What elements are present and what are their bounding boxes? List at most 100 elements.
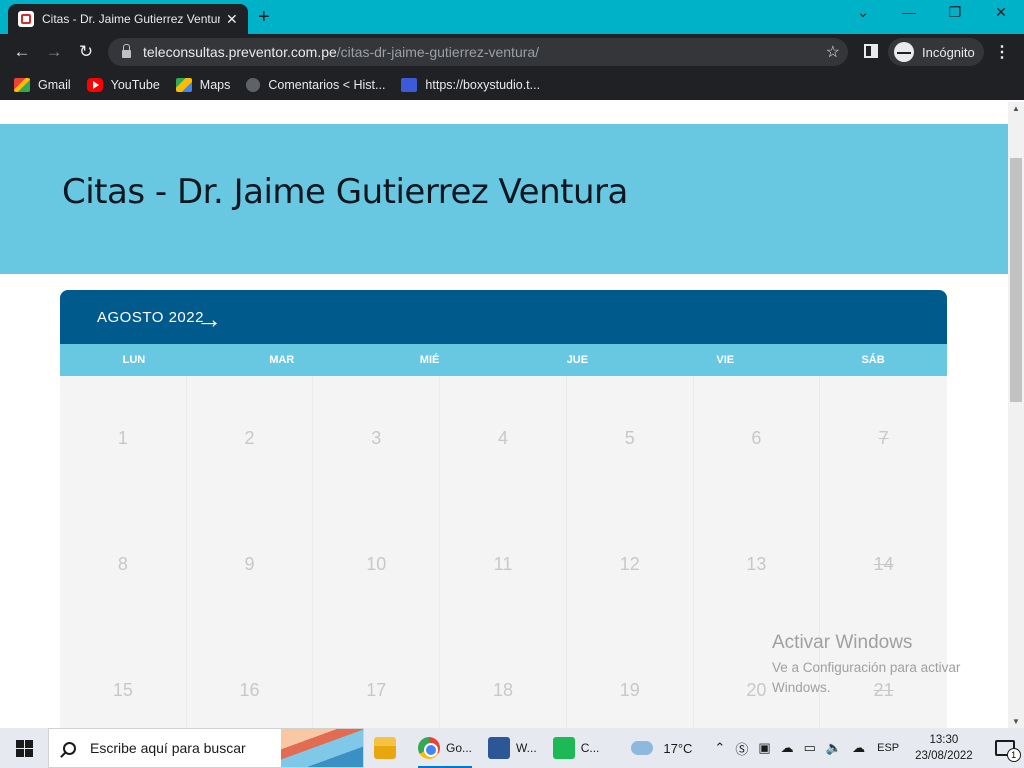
windows-start-icon[interactable] [0,728,48,768]
gmail-icon [14,78,30,92]
side-panel-icon[interactable] [864,44,878,58]
calendar-day-cell[interactable]: 5 [567,376,694,502]
taskbar-app[interactable]: C... [547,728,606,768]
new-tab-icon[interactable]: + [258,6,270,29]
weekday-label: JUE [566,354,589,366]
tray-skype-icon[interactable]: Ⓢ [735,739,748,758]
calendar-day-cell[interactable]: 9 [187,502,314,628]
calendar-month-label: AGOSTO 2022 [97,308,204,326]
calendar-day-cell[interactable]: 4 [440,376,567,502]
globe-icon [246,78,261,92]
bookmark-gmail[interactable]: Gmail [14,78,71,92]
notification-count: 1 [1006,748,1021,762]
browser-toolbar: ← → ↻ teleconsultas.preventor.com.pe/cit… [0,34,1024,70]
scroll-down-icon[interactable]: ▼ [1012,717,1020,726]
address-bar[interactable]: teleconsultas.preventor.com.pe/citas-dr-… [108,38,848,66]
taskbar-word[interactable]: W... [482,728,543,768]
taskbar-search-box[interactable]: Escribe aquí para buscar [48,728,364,768]
file-explorer-icon [374,737,396,759]
incognito-label: Incógnito [922,44,975,60]
bookmark-star-icon[interactable]: ☆ [826,42,840,62]
weekday-label: VIE [716,354,735,366]
page-title: Citas - Dr. Jaime Gutierrez Ventura [62,172,628,212]
taskbar-chrome[interactable]: Go... [412,728,478,768]
calendar-day-cell[interactable]: 1 [60,376,187,502]
page-hero: Citas - Dr. Jaime Gutierrez Ventura [0,124,1008,274]
bookmark-comentarios[interactable]: Comentarios < Hist... [246,78,385,92]
youtube-icon [86,78,103,92]
activate-windows-watermark: Activar Windows Ve a Configuración para … [772,632,986,698]
lock-icon[interactable] [122,43,131,58]
bookmarks-bar: Gmail YouTube Maps Comentarios < Hist...… [0,70,1024,100]
browser-tab[interactable]: Citas - Dr. Jaime Gutierrez Ventura ✕ [8,4,248,34]
taskbar-weather[interactable]: 17°C [631,741,692,756]
chrome-icon [418,737,440,759]
tab-strip: Citas - Dr. Jaime Gutierrez Ventura ✕ + … [0,0,1024,34]
tray-volume-icon[interactable]: 🔈 [826,740,842,756]
site-favicon-icon [18,11,34,27]
minimize-icon[interactable]: — [894,4,924,20]
chrome-menu-icon[interactable]: ⋮ [994,42,1010,62]
tab-search-icon[interactable]: ⌄ [848,4,878,21]
notification-center-icon[interactable]: 1 [994,740,1021,762]
language-indicator[interactable]: ESP [877,742,899,754]
close-window-icon[interactable]: ✕ [986,4,1016,21]
tab-title: Citas - Dr. Jaime Gutierrez Ventura [42,12,220,26]
calendar-day-cell[interactable]: 15 [60,628,187,728]
calendar-day-cell[interactable]: 10 [313,502,441,628]
boxystudio-icon [401,78,418,92]
tray-meet-icon[interactable]: ▣ [758,740,770,756]
calendar-day-cell[interactable]: 8 [60,502,187,628]
bookmark-maps[interactable]: Maps [175,78,230,92]
calendar-day-cell[interactable]: 17 [313,628,441,728]
reload-icon[interactable]: ↻ [76,42,96,62]
calendar-day-cell[interactable]: 11 [440,502,567,628]
temperature: 17°C [663,740,693,756]
tray-chevron-up-icon[interactable]: ⌃ [714,740,725,756]
weekday-label: LUN [122,354,146,366]
tab-close-icon[interactable]: ✕ [226,11,238,28]
taskbar-file-explorer[interactable] [368,728,408,768]
app-icon [552,737,575,759]
calendar-day-cell[interactable]: 3 [313,376,441,502]
url-host: teleconsultas.preventor.com.pe [143,44,337,60]
scroll-up-icon[interactable]: ▲ [1012,104,1020,113]
next-month-arrow-icon[interactable]: → [196,304,222,335]
weekday-label: MIÉ [419,354,440,366]
calendar-header: AGOSTO 2022 → [60,290,947,344]
clock-date: 23/08/2022 [915,750,973,762]
calendar-day-cell[interactable]: 16 [187,628,314,728]
page-scrollbar[interactable]: ▲ ▼ [1008,102,1024,728]
calendar-day-cell[interactable]: 7 [820,376,947,502]
calendar-day-cell[interactable]: 18 [440,628,567,728]
calendar-day-cell[interactable]: 2 [187,376,314,502]
forward-icon[interactable]: → [44,42,64,62]
search-icon [63,741,76,755]
calendar-day-cell[interactable]: 6 [694,376,821,502]
restore-icon[interactable]: ❐ [940,4,970,21]
weekday-label: MAR [269,354,295,366]
calendar-day-cell[interactable]: 12 [567,502,694,628]
incognito-profile-button[interactable]: Incógnito [888,38,984,66]
watermark-subtitle: Ve a Configuración para activar Windows. [772,660,961,695]
clock-time: 13:30 [929,734,959,746]
word-icon [488,737,511,759]
page-viewport: Citas - Dr. Jaime Gutierrez Ventura AGOS… [0,102,1008,728]
tray-onedrive-icon[interactable]: ☁ [781,740,794,756]
calendar-day-cell[interactable]: 19 [567,628,694,728]
taskbar-clock[interactable]: 13:30 23/08/2022 [915,732,973,764]
bookmark-youtube[interactable]: YouTube [86,78,160,92]
back-icon[interactable]: ← [12,42,32,62]
calendar-day-cell[interactable]: 13 [694,502,821,628]
search-highlight-image [281,729,363,767]
incognito-icon [894,42,914,62]
weekday-label: SÁB [861,354,885,366]
calendar-day-cell[interactable]: 14 [820,502,947,628]
search-placeholder: Escribe aquí para buscar [90,740,246,756]
scrollbar-thumb[interactable] [1010,158,1022,402]
maps-icon [175,78,192,92]
calendar-weekdays: LUN MAR MIÉ JUE VIE SÁB [60,344,947,376]
tray-weather-alert-icon[interactable]: ☁ [852,740,865,756]
bookmark-boxystudio[interactable]: https://boxystudio.t... [401,78,540,92]
tray-network-icon[interactable]: ▭ [804,740,816,756]
